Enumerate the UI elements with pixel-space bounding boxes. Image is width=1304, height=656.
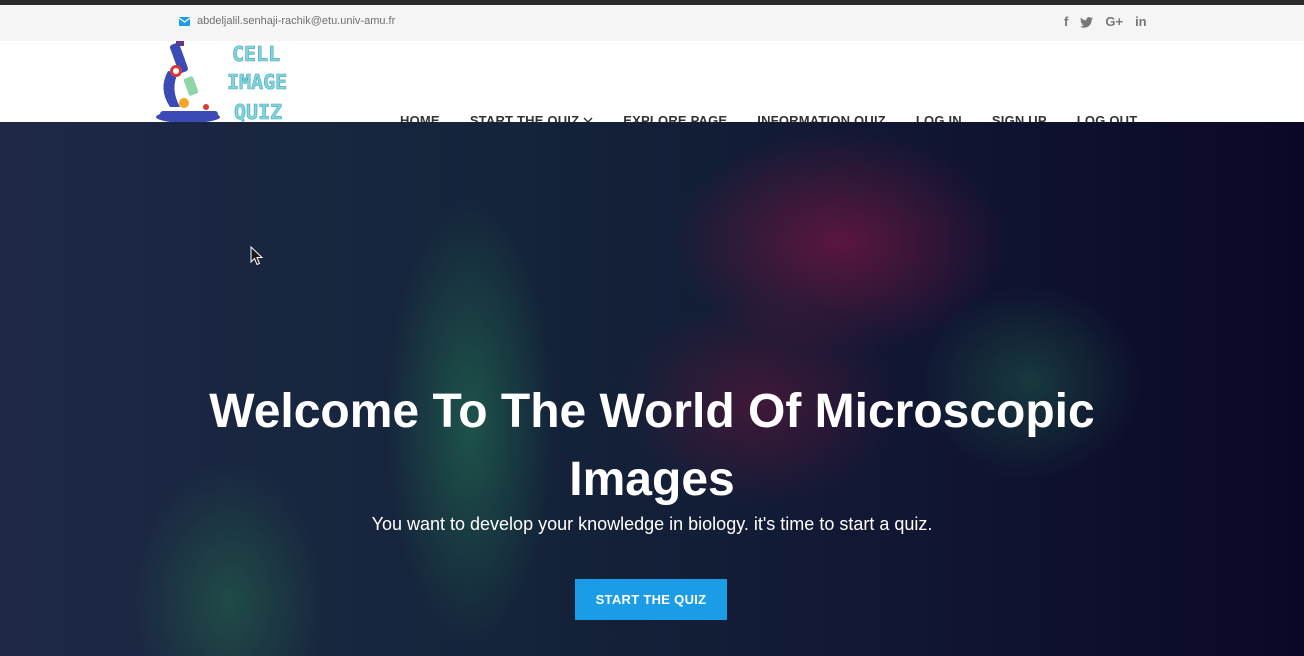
- envelope-icon: [179, 16, 190, 26]
- hero-subtitle: You want to develop your knowledge in bi…: [371, 514, 933, 534]
- top-info-bar: abdeljalil.senhaji-rachik@etu.univ-amu.f…: [0, 5, 1304, 41]
- twitter-icon[interactable]: [1080, 16, 1094, 28]
- svg-text:QUIZ: QUIZ: [234, 100, 282, 124]
- svg-text:CELL: CELL: [232, 42, 280, 66]
- contact-email-text: abdeljalil.senhaji-rachik@etu.univ-amu.f…: [197, 15, 396, 27]
- social-links: f G+ in: [1064, 15, 1147, 29]
- mouse-cursor-icon: [250, 246, 264, 266]
- linkedin-icon[interactable]: in: [1135, 15, 1147, 29]
- svg-text:IMAGE: IMAGE: [227, 70, 287, 94]
- site-logo[interactable]: CELL IMAGE QUIZ: [154, 41, 294, 127]
- hero-title: Welcome To The World Of Microscopic Imag…: [209, 385, 1095, 507]
- google-plus-icon[interactable]: G+: [1105, 15, 1123, 29]
- start-quiz-button[interactable]: START THE QUIZ: [575, 579, 727, 620]
- contact-email[interactable]: abdeljalil.senhaji-rachik@etu.univ-amu.f…: [179, 15, 395, 27]
- facebook-icon[interactable]: f: [1064, 15, 1068, 29]
- hero-section: Welcome To The World Of Microscopic Imag…: [0, 122, 1304, 656]
